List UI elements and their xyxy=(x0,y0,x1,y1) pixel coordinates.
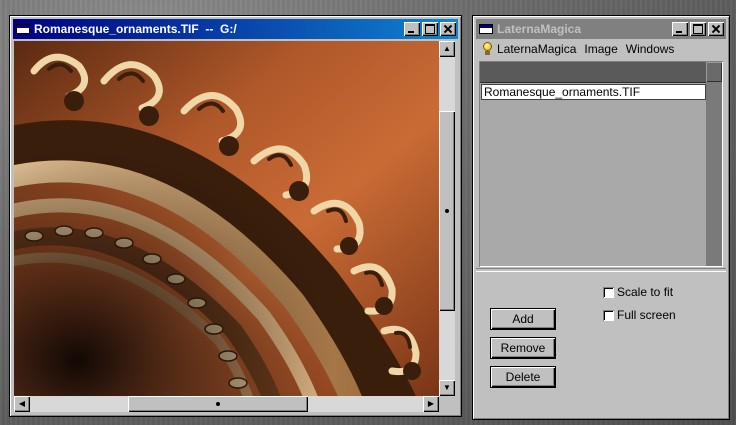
thumb-grip-icon xyxy=(445,209,449,213)
list-scrollbar[interactable] xyxy=(706,62,722,266)
checkbox-box[interactable] xyxy=(603,309,614,321)
laterna-window-titlebar[interactable]: LaternaMagica xyxy=(476,19,726,39)
laterna-magica-window: LaternaMagica LaternaMagica Image Window… xyxy=(472,15,730,420)
list-scrollbar-thumb[interactable] xyxy=(706,62,722,82)
vertical-scroll-thumb[interactable] xyxy=(439,111,455,311)
minimize-button[interactable] xyxy=(672,22,688,36)
horizontal-scrollbar[interactable]: ◀ ▶ xyxy=(14,396,439,412)
vertical-scrollbar[interactable]: ▲ ▼ xyxy=(439,41,455,396)
add-button[interactable]: Add xyxy=(490,308,556,330)
checkbox-label: Scale to fit xyxy=(617,285,674,299)
lightbulb-icon xyxy=(480,42,494,56)
close-button[interactable] xyxy=(440,22,456,36)
menu-image[interactable]: Image xyxy=(580,40,621,58)
checkbox-box[interactable] xyxy=(603,286,614,298)
maximize-button[interactable] xyxy=(690,22,706,36)
menu-label: Windows xyxy=(625,42,675,56)
file-list[interactable]: Romanesque_ornaments.TIF xyxy=(479,61,723,267)
minimize-button[interactable] xyxy=(404,22,420,36)
menu-label: LaternaMagica xyxy=(497,42,577,56)
image-canvas[interactable] xyxy=(14,41,439,396)
menu-laterna-magica[interactable]: LaternaMagica xyxy=(476,40,580,58)
image-window-title: Romanesque_ornaments.TIF -- G:/ xyxy=(34,22,237,36)
laterna-window-title: LaternaMagica xyxy=(497,22,582,36)
checkbox-label: Full screen xyxy=(617,308,676,322)
image-viewer-window: Romanesque_ornaments.TIF -- G:/ ▲ ▼ ◀ ▶ xyxy=(9,15,462,417)
full-screen-checkbox[interactable]: Full screen xyxy=(603,308,676,322)
close-button[interactable] xyxy=(708,22,724,36)
horizontal-scroll-thumb[interactable] xyxy=(128,396,308,412)
scroll-right-button[interactable]: ▶ xyxy=(423,396,439,412)
list-item[interactable]: Romanesque_ornaments.TIF xyxy=(481,84,706,100)
divider xyxy=(476,268,726,272)
window-icon[interactable] xyxy=(16,24,30,34)
menu-label: Image xyxy=(584,42,618,56)
image-window-titlebar[interactable]: Romanesque_ornaments.TIF -- G:/ xyxy=(13,19,458,39)
window-icon[interactable] xyxy=(479,24,493,34)
scroll-left-button[interactable]: ◀ xyxy=(14,396,30,412)
remove-button[interactable]: Remove xyxy=(490,337,556,359)
menu-bar: LaternaMagica Image Windows xyxy=(476,39,726,59)
thumb-grip-icon xyxy=(216,402,220,406)
menu-windows[interactable]: Windows xyxy=(622,40,679,58)
scroll-up-button[interactable]: ▲ xyxy=(439,41,455,57)
scrollbar-corner xyxy=(439,396,455,412)
delete-button[interactable]: Delete xyxy=(490,366,556,388)
maximize-button[interactable] xyxy=(422,22,438,36)
ornament-photo xyxy=(14,41,439,396)
scale-to-fit-checkbox[interactable]: Scale to fit xyxy=(603,285,673,299)
list-header xyxy=(480,62,706,83)
scroll-down-button[interactable]: ▼ xyxy=(439,380,455,396)
